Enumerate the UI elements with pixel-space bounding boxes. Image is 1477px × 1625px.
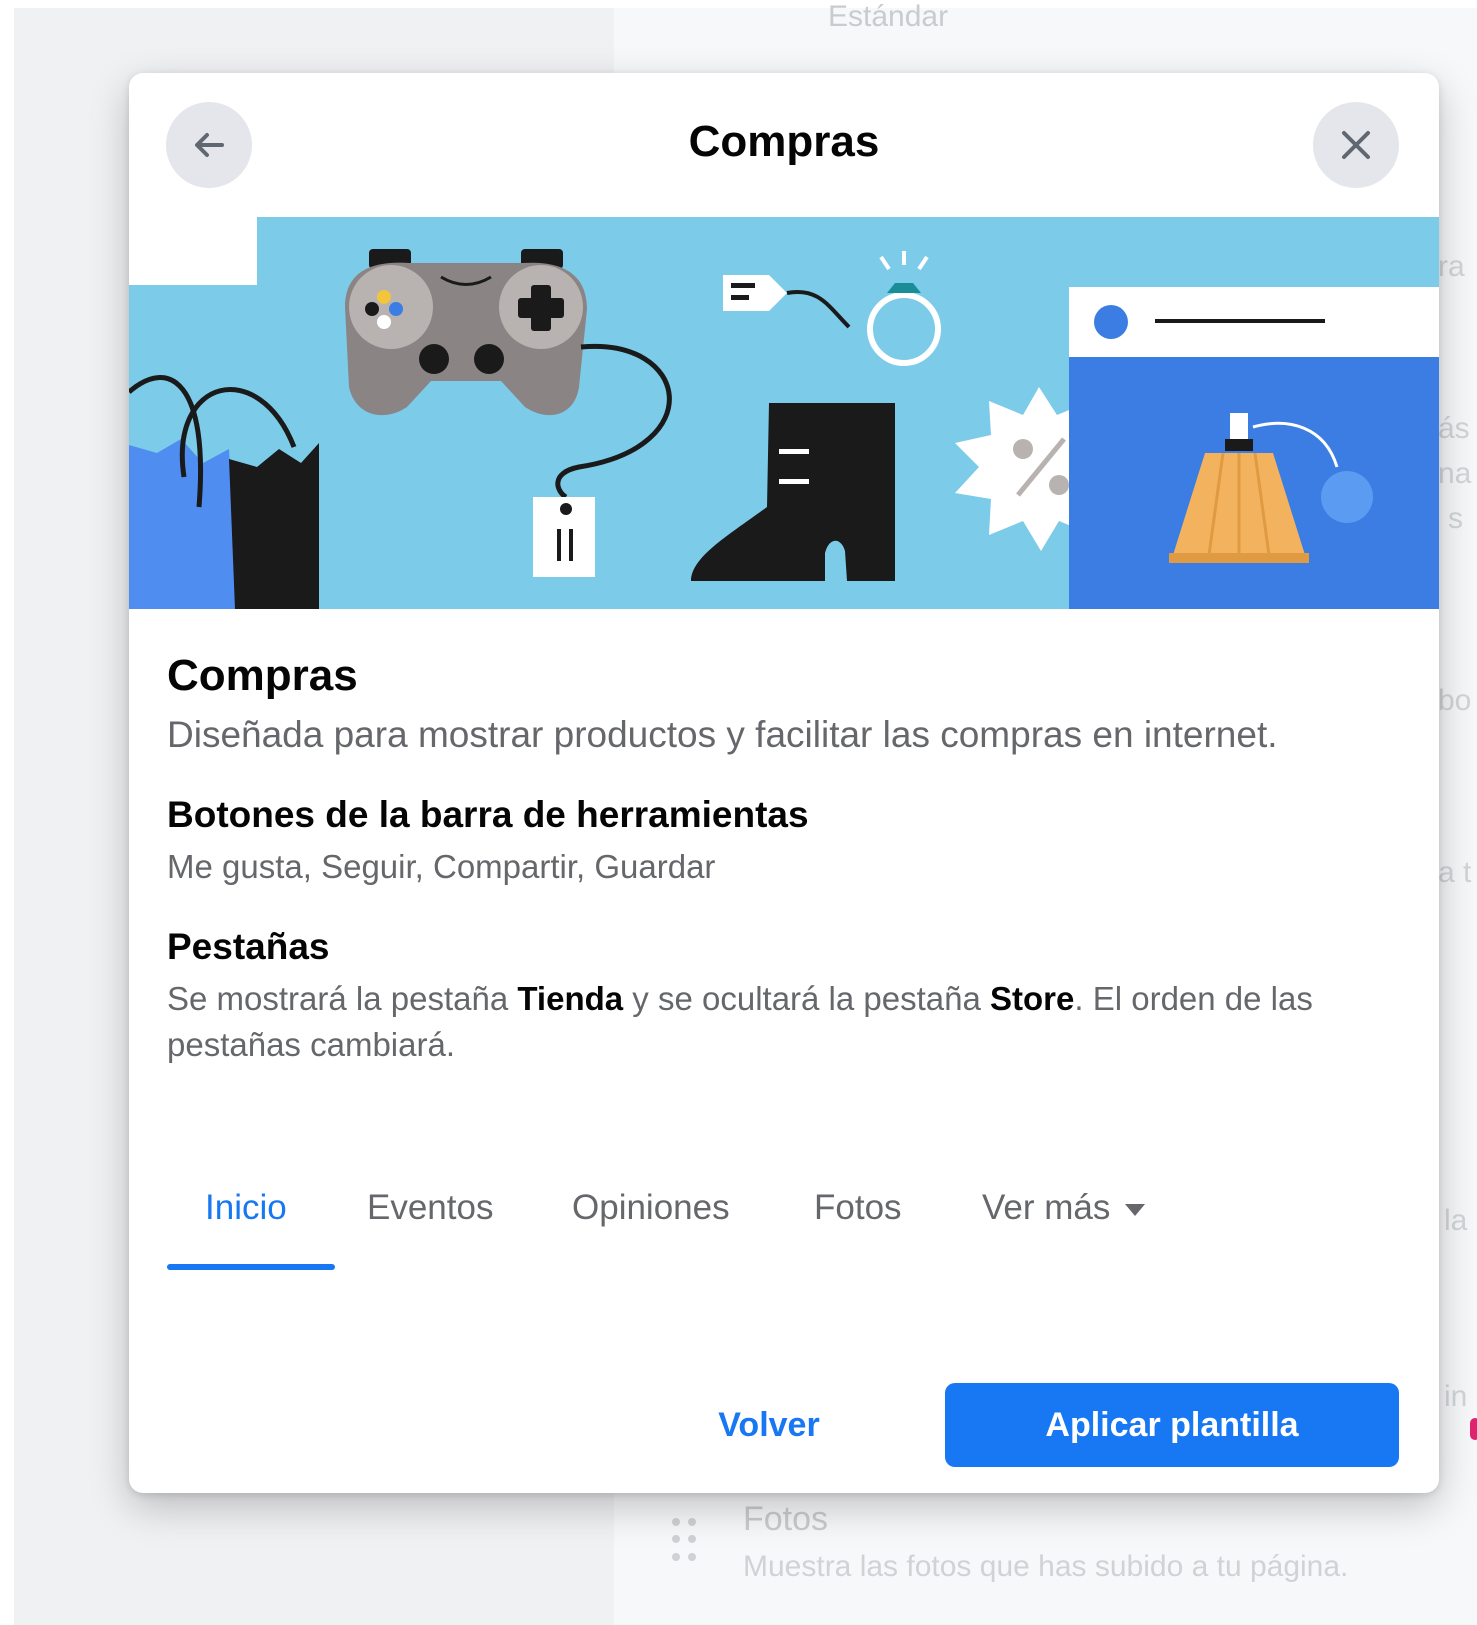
toolbar-buttons-heading: Botones de la barra de herramientas [167, 794, 809, 835]
template-dialog: Compras Compras Diseñada para mostrar pr… [129, 73, 1439, 1493]
background-text-fragment: in [1444, 1380, 1468, 1413]
tab-ver-mas[interactable]: Ver más [982, 1180, 1146, 1280]
close-icon [1342, 131, 1370, 159]
dialog-footer: Volver Aplicar plantilla [129, 1383, 1439, 1469]
active-tab-indicator [167, 1264, 335, 1270]
caret-down-icon [1125, 1203, 1146, 1216]
tab-eventos[interactable]: Eventos [367, 1180, 493, 1280]
toolbar-buttons-list: Me gusta, Seguir, Compartir, Guardar [167, 848, 716, 885]
drag-handle-icon[interactable] [672, 1518, 696, 1564]
preview-tabs: Inicio Eventos Opiniones Fotos Ver más [167, 1180, 1267, 1280]
notification-dot [1470, 1418, 1477, 1440]
background-text-fragment: ás [1438, 412, 1470, 445]
tab-opiniones[interactable]: Opiniones [572, 1180, 730, 1280]
background-text-fragment: a t [1438, 856, 1472, 889]
tabs-description-text: Se mostrará la pestaña [167, 980, 518, 1017]
template-name: Compras [167, 651, 358, 700]
tabs-description: Se mostrará la pestaña Tienda y se ocult… [167, 976, 1377, 1068]
tab-fotos[interactable]: Fotos [814, 1180, 902, 1280]
tab-name-store: Store [990, 980, 1075, 1017]
apply-template-button[interactable]: Aplicar plantilla [945, 1383, 1399, 1467]
background-text-fragment: la [1444, 1204, 1468, 1237]
tabs-description-text: y se ocultará la pestaña [623, 980, 991, 1017]
dialog-header: Compras [129, 73, 1439, 217]
background-template-label: Estándar [828, 0, 949, 33]
background-text-fragment: s [1448, 502, 1463, 535]
shopping-banner-illustration [129, 217, 1439, 609]
background-list-item-description: Muestra las fotos que has subido a tu pá… [743, 1550, 1349, 1583]
template-description: Diseñada para mostrar productos y facili… [167, 714, 1278, 755]
tab-name-tienda: Tienda [517, 980, 624, 1017]
background-list-item-title: Fotos [743, 1500, 829, 1538]
close-button[interactable] [1313, 102, 1399, 188]
tab-ver-mas-label: Ver más [982, 1188, 1111, 1227]
background-text-fragment: ra [1438, 250, 1465, 283]
background-text-fragment: bo [1438, 684, 1472, 717]
template-details: Compras Diseñada para mostrar productos … [129, 609, 1439, 1068]
tabs-heading: Pestañas [167, 926, 330, 967]
dialog-title: Compras [688, 117, 880, 166]
background-text-fragment: na [1438, 457, 1472, 490]
back-text-button[interactable]: Volver [679, 1383, 859, 1467]
